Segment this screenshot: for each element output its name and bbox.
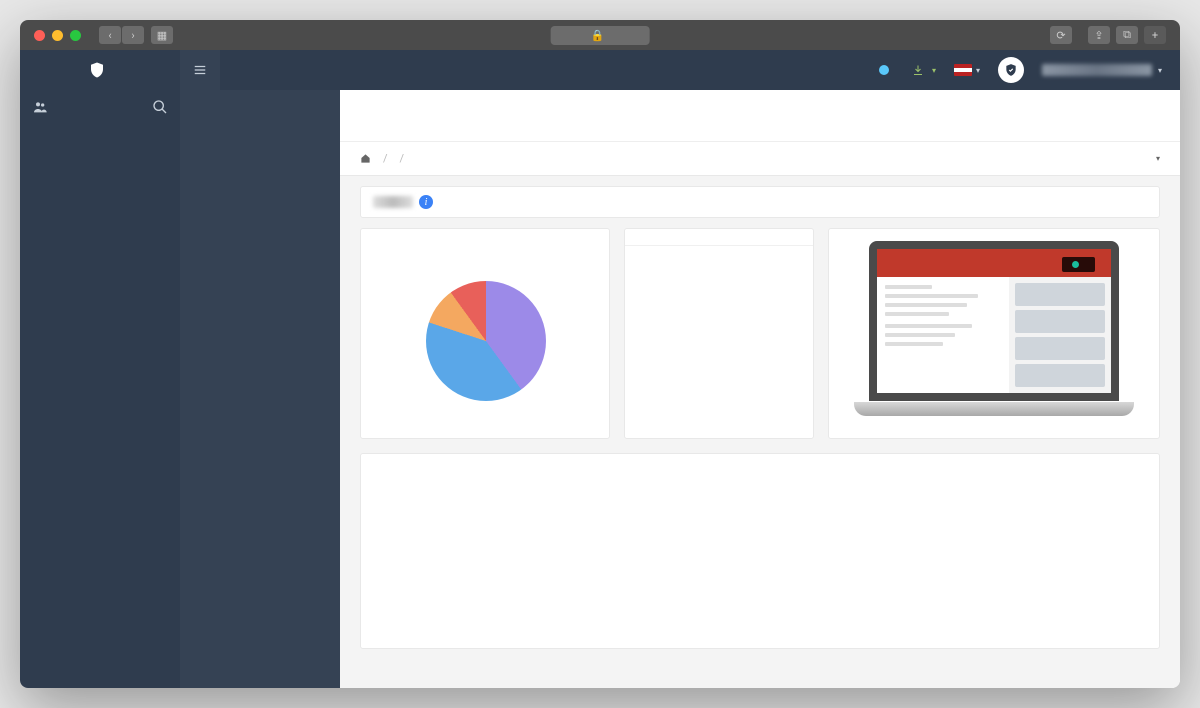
lock-icon: 🔒 (591, 29, 605, 42)
all-users-header[interactable] (20, 90, 180, 124)
hamburger-icon (193, 63, 207, 77)
home-icon (360, 153, 371, 164)
tabs-button[interactable]: ▦ (151, 26, 173, 44)
breadcrumb-row: / / ▾ (340, 142, 1180, 176)
activity-card (360, 228, 610, 439)
breadcrumb: / / (360, 152, 410, 165)
toolbar (340, 90, 1180, 142)
account-name (1042, 64, 1152, 76)
renewal-icon (878, 64, 890, 76)
forward-button[interactable]: › (122, 26, 144, 44)
app: ▾ ▾ ▾ (20, 50, 1180, 688)
info-icon[interactable]: i (419, 195, 433, 209)
topbar: ▾ ▾ ▾ (20, 50, 1180, 90)
main-content: / / ▾ i (340, 90, 1180, 688)
live-viewing-card[interactable] (828, 228, 1160, 439)
browser-window: ‹ › ▦ 🔒 ⟳ ⇪ ⧉ + (20, 20, 1180, 688)
share-button[interactable]: ⇪ (1088, 26, 1110, 44)
url-bar[interactable]: 🔒 (551, 26, 650, 45)
close-icon[interactable] (34, 30, 45, 41)
chevron-down-icon: ▾ (1156, 154, 1160, 163)
new-tab-button[interactable]: + (1144, 26, 1166, 44)
account-shield-icon[interactable] (998, 57, 1024, 83)
chevron-down-icon: ▾ (932, 66, 936, 75)
date-picker[interactable]: ▾ (1152, 154, 1160, 163)
flag-icon (954, 64, 972, 76)
app-table-card (624, 228, 814, 439)
renewal-link[interactable] (878, 64, 894, 76)
back-button[interactable]: ‹ (99, 26, 121, 44)
download-dropdown[interactable]: ▾ (912, 64, 936, 76)
summary-card (360, 453, 1160, 649)
search-icon[interactable] (152, 99, 168, 115)
info-bar: i (360, 186, 1160, 218)
menu-toggle-button[interactable] (180, 50, 220, 90)
titlebar: ‹ › ▦ 🔒 ⟳ ⇪ ⧉ + (20, 20, 1180, 50)
minimize-icon[interactable] (52, 30, 63, 41)
live-badge (1062, 257, 1095, 272)
brand-logo[interactable] (20, 61, 180, 79)
account-dropdown[interactable]: ▾ (1042, 64, 1162, 76)
shield-icon (88, 61, 106, 79)
pie-chart (408, 263, 563, 418)
users-sidebar (20, 90, 180, 688)
users-icon (32, 99, 48, 115)
tabs-overview-button[interactable]: ⧉ (1116, 26, 1138, 44)
download-icon (912, 64, 924, 76)
chevron-down-icon: ▾ (1158, 66, 1162, 75)
nav-sidebar (180, 90, 340, 688)
bar-chart (381, 476, 1139, 636)
reload-button[interactable]: ⟳ (1050, 26, 1072, 44)
locale-dropdown[interactable]: ▾ (954, 64, 980, 76)
maximize-icon[interactable] (70, 30, 81, 41)
chevron-down-icon: ▾ (976, 66, 980, 75)
laptop-preview (854, 241, 1134, 426)
device-name (373, 196, 413, 208)
